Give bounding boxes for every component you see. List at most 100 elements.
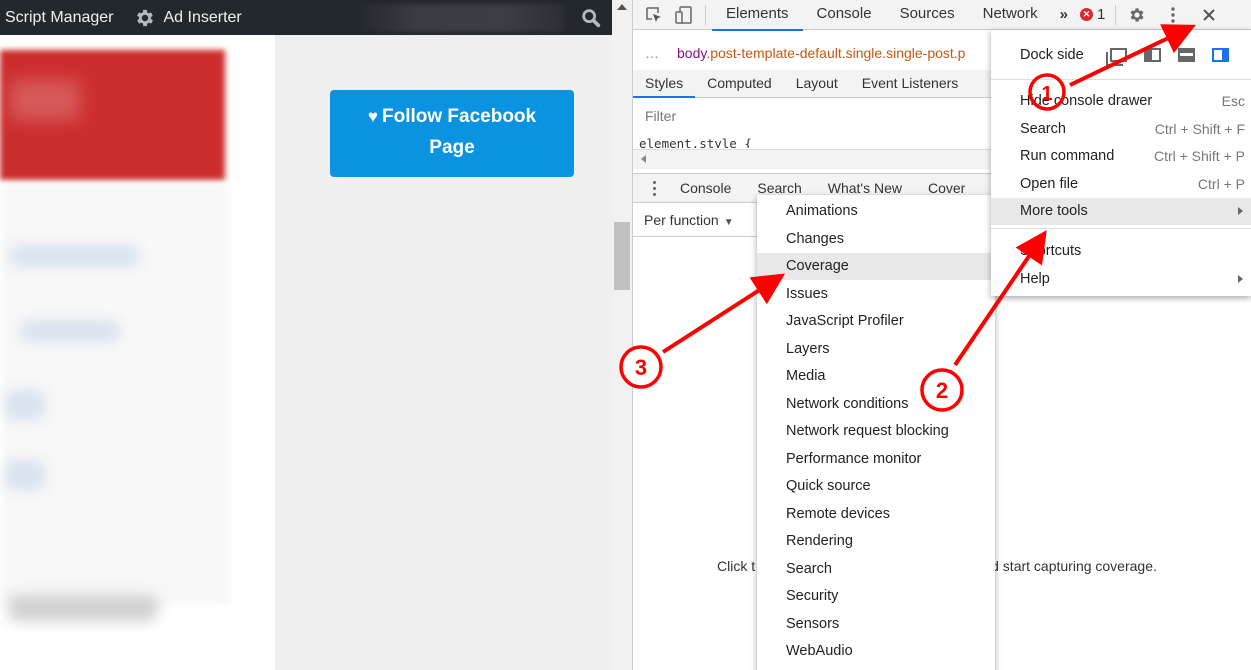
- devtools-toolbar: Elements Console Sources Network » ✕ 1: [633, 0, 1251, 31]
- tab-computed[interactable]: Computed: [695, 70, 784, 97]
- submenu-item-coverage[interactable]: Coverage: [757, 253, 995, 280]
- scroll-up-arrow-icon[interactable]: [617, 4, 627, 10]
- blurred-heading: [8, 595, 158, 621]
- submenu-item-layers[interactable]: Layers: [757, 336, 995, 363]
- follow-button-line1: Follow Facebook: [381, 106, 537, 127]
- blurred-link: [5, 460, 45, 490]
- breadcrumb-ellipsis[interactable]: …: [645, 45, 659, 61]
- submenu-item-network-request-blocking[interactable]: Network request blocking: [757, 418, 995, 445]
- menu-item-label: Shortcuts: [1020, 243, 1082, 259]
- page-scrollbar[interactable]: [612, 0, 632, 670]
- coverage-mode-select[interactable]: Per function: [644, 212, 719, 228]
- scrollbar-thumb[interactable]: [614, 222, 630, 290]
- menu-item-hide-console-drawer[interactable]: Hide console drawer Esc: [991, 88, 1251, 115]
- admin-bar-ad-inserter[interactable]: Ad Inserter: [124, 0, 252, 35]
- error-count: 1: [1096, 6, 1106, 23]
- tab-console[interactable]: Console: [803, 0, 886, 30]
- menu-item-shortcut: Ctrl + Shift + F: [1154, 121, 1245, 137]
- breadcrumb-tag[interactable]: body: [677, 45, 706, 61]
- inspect-element-icon[interactable]: [639, 0, 669, 30]
- menu-item-label: Search: [1020, 121, 1066, 137]
- styles-filter-input[interactable]: Filter: [637, 104, 992, 128]
- admin-bar-script-manager[interactable]: Script Manager: [0, 0, 124, 35]
- submenu-arrow-icon: [1238, 207, 1243, 215]
- script-manager-label: Script Manager: [5, 8, 114, 26]
- page-right-column: ♥ Follow Facebook Page: [275, 35, 612, 670]
- tab-elements[interactable]: Elements: [712, 0, 803, 31]
- submenu-item-quick-source[interactable]: Quick source: [757, 473, 995, 500]
- menu-divider: [991, 79, 1251, 80]
- styles-horizontal-scrollbar[interactable]: [633, 149, 993, 169]
- drawer-tab-coverage[interactable]: Cover: [915, 180, 978, 196]
- toolbar-divider: [705, 4, 706, 25]
- drawer-tab-search[interactable]: Search: [744, 180, 814, 196]
- search-icon[interactable]: [580, 7, 602, 29]
- submenu-item-rendering[interactable]: Rendering: [757, 528, 995, 555]
- device-toolbar-icon[interactable]: [669, 0, 699, 30]
- menu-item-label: Run command: [1020, 148, 1115, 164]
- dock-left-icon[interactable]: [1143, 48, 1161, 62]
- admin-bar-blurred-field: [355, 4, 565, 32]
- tab-styles[interactable]: Styles: [633, 70, 696, 98]
- drawer-tab-whats-new[interactable]: What's New: [815, 180, 915, 196]
- close-icon[interactable]: [1194, 0, 1224, 30]
- menu-item-shortcut: Esc: [1221, 93, 1245, 109]
- tab-sources[interactable]: Sources: [886, 0, 969, 30]
- follow-facebook-button[interactable]: ♥ Follow Facebook Page: [330, 90, 574, 177]
- submenu-arrow-icon: [1238, 275, 1243, 283]
- menu-divider: [991, 228, 1251, 229]
- web-page: Script Manager Ad Inserter ♥ Follow Faceb…: [0, 0, 612, 670]
- follow-button-line2: Page: [429, 137, 475, 158]
- scroll-left-arrow-icon[interactable]: [641, 155, 646, 163]
- dock-bottom-icon[interactable]: [1177, 48, 1195, 62]
- submenu-item-media[interactable]: Media: [757, 363, 995, 390]
- menu-item-label: More tools: [1020, 203, 1088, 219]
- submenu-item-remote-devices[interactable]: Remote devices: [757, 501, 995, 528]
- menu-item-shortcuts[interactable]: Shortcuts: [991, 238, 1251, 265]
- drawer-menu-icon[interactable]: [641, 180, 667, 196]
- element-style-rule: element.style {: [639, 136, 752, 148]
- breadcrumb-classes[interactable]: .post-template-default.single.single-pos…: [706, 45, 965, 61]
- submenu-item-sensors[interactable]: Sensors: [757, 611, 995, 638]
- toolbar-divider: [1115, 4, 1117, 25]
- heart-icon: ♥: [367, 107, 378, 126]
- tab-event-listeners[interactable]: Event Listeners: [850, 70, 971, 97]
- dropdown-triangle-icon[interactable]: ▼: [724, 206, 734, 239]
- styles-tabbar: Styles Computed Layout Event Listeners: [633, 70, 993, 98]
- submenu-item-search[interactable]: Search: [757, 556, 995, 583]
- error-counter[interactable]: ✕ 1: [1076, 6, 1109, 23]
- blurred-link: [10, 245, 140, 267]
- menu-item-more-tools[interactable]: More tools: [991, 198, 1251, 225]
- submenu-item-webaudio[interactable]: WebAudio: [757, 638, 995, 665]
- dock-side-options: [1109, 48, 1229, 62]
- menu-item-help[interactable]: Help: [991, 266, 1251, 293]
- tab-network[interactable]: Network: [969, 0, 1052, 30]
- submenu-item-animations[interactable]: Animations: [757, 198, 995, 225]
- ad-inserter-label: Ad Inserter: [163, 8, 242, 26]
- breadcrumb[interactable]: … body.post-template-default.single.singl…: [633, 40, 993, 66]
- more-tabs-chevron-icon[interactable]: »: [1052, 6, 1076, 23]
- settings-gear-icon[interactable]: [1122, 0, 1152, 30]
- tab-layout[interactable]: Layout: [784, 70, 850, 97]
- more-tools-submenu: Animations Changes Coverage Issues JavaS…: [757, 195, 995, 670]
- gear-icon: [136, 9, 153, 26]
- dock-right-icon[interactable]: [1211, 48, 1229, 62]
- submenu-item-performance-monitor[interactable]: Performance monitor: [757, 446, 995, 473]
- menu-item-run-command[interactable]: Run command Ctrl + Shift + P: [991, 143, 1251, 170]
- menu-item-shortcut: Ctrl + P: [1197, 176, 1245, 192]
- blurred-link: [5, 390, 45, 420]
- submenu-item-issues[interactable]: Issues: [757, 281, 995, 308]
- blurred-link: [20, 320, 120, 342]
- drawer-tab-console[interactable]: Console: [667, 180, 744, 196]
- submenu-item-changes[interactable]: Changes: [757, 226, 995, 253]
- undock-icon[interactable]: [1109, 48, 1127, 62]
- submenu-item-network-conditions[interactable]: Network conditions: [757, 391, 995, 418]
- dock-side-row: Dock side: [991, 40, 1251, 70]
- menu-item-label: Hide console drawer: [1020, 93, 1153, 109]
- menu-item-search[interactable]: Search Ctrl + Shift + F: [991, 116, 1251, 143]
- submenu-item-security[interactable]: Security: [757, 583, 995, 610]
- menu-item-open-file[interactable]: Open file Ctrl + P: [991, 171, 1251, 198]
- kebab-menu-icon[interactable]: [1158, 0, 1188, 30]
- submenu-item-javascript-profiler[interactable]: JavaScript Profiler: [757, 308, 995, 335]
- menu-item-label: Open file: [1020, 176, 1079, 192]
